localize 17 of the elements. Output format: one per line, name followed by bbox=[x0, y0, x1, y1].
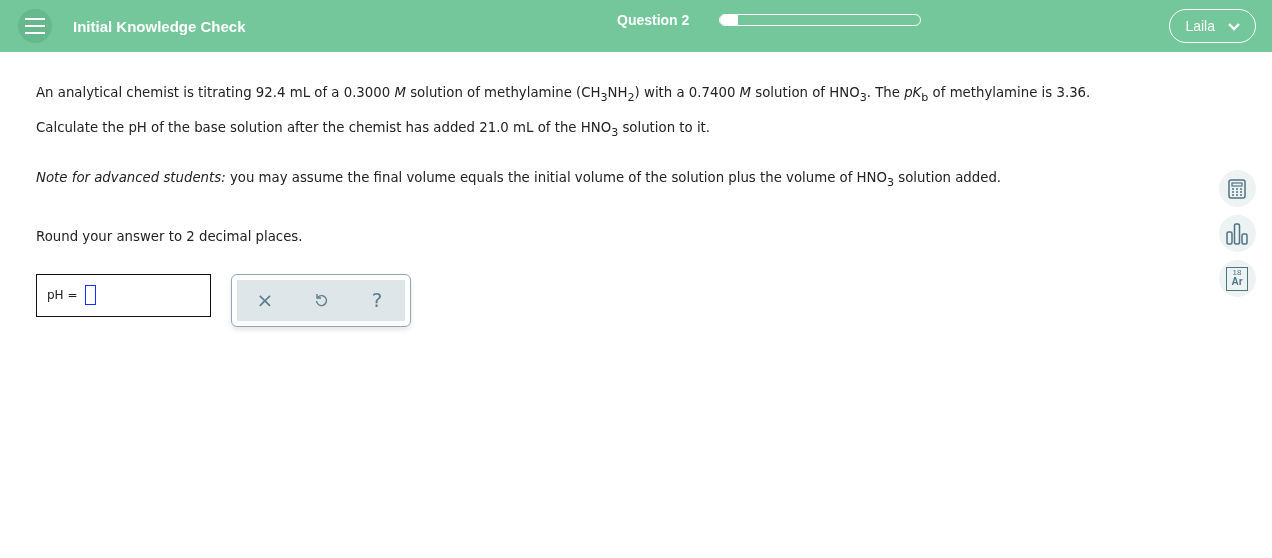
menu-icon bbox=[24, 17, 46, 35]
question-text: An analytical chemist is titrating 92.4 mL of a 0.3000 M solution of methylamine (CH$_{3}$NH$_{2}$) with a 0.7400 M solution of HNO$_{3}$. The pK$_{b}$ of methylamine is 3.36. Calculate the pH of the base solution after the chemist has added 21.0 mL of the HNO$_{3}$ solution to it. bbox=[36, 84, 1092, 141]
undo-icon bbox=[314, 292, 328, 309]
answer-field[interactable]: pH = bbox=[36, 273, 211, 317]
bar-chart-icon bbox=[1225, 222, 1249, 245]
question-text: Round your answer to 2 decimal places. bbox=[36, 227, 304, 246]
clear-button[interactable]: × bbox=[237, 279, 293, 321]
question-number: Question 2 bbox=[617, 12, 690, 28]
periodic-table-button[interactable]: 18 Ar bbox=[1218, 260, 1256, 297]
help-button[interactable]: ? bbox=[349, 279, 405, 321]
calculator-button[interactable] bbox=[1218, 170, 1256, 207]
chevron-down-icon bbox=[1227, 21, 1241, 31]
question-text: Note for advanced students: you may assume the final volume equals the initial volume of the solution plus the volume of HNO$_{3}$ solution added. bbox=[36, 169, 1003, 191]
calculator-icon bbox=[1227, 178, 1247, 199]
menu-button[interactable] bbox=[18, 9, 52, 43]
data-chart-button[interactable] bbox=[1218, 215, 1256, 252]
quiz-title: Initial Knowledge Check bbox=[73, 17, 246, 35]
